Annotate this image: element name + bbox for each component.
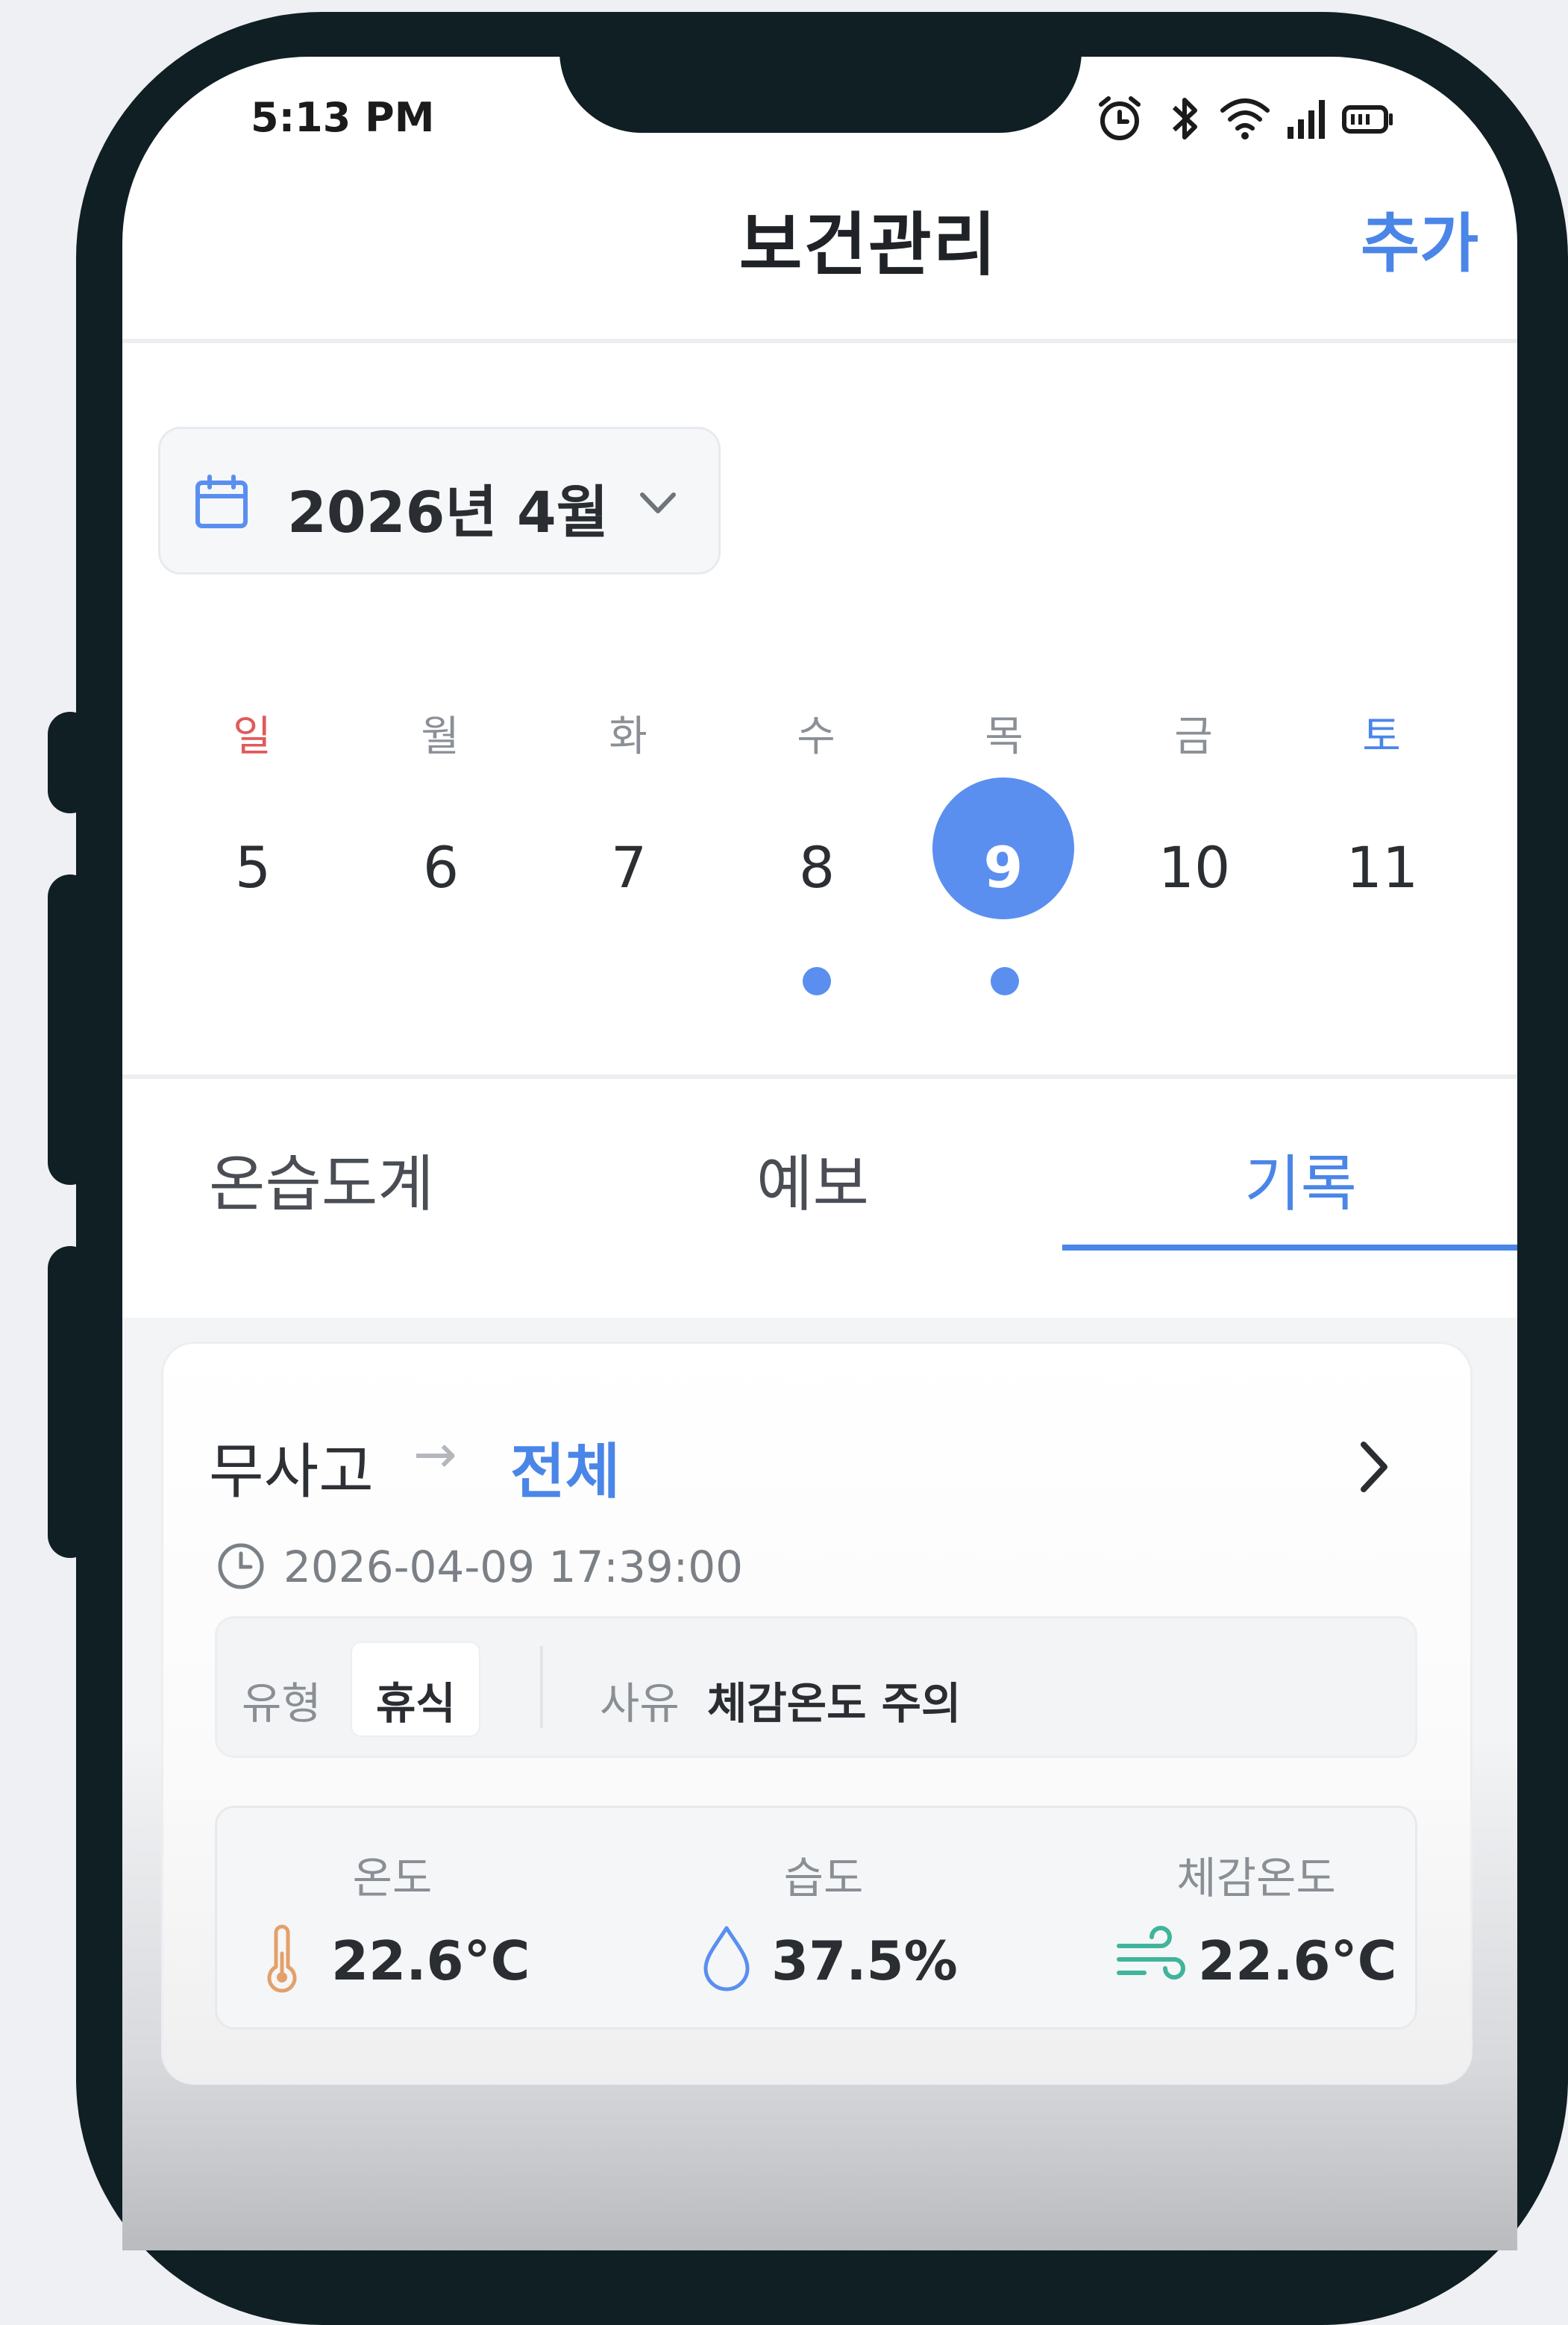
- status-time: 5:13 PM: [251, 94, 435, 141]
- calendar-icon: [195, 475, 248, 528]
- weekday-sat: 토: [1362, 713, 1401, 761]
- record-timestamp: 2026-04-09 17:39:00: [283, 1542, 743, 1592]
- page-title: 보건관리: [738, 205, 998, 285]
- weekday-wed: 수: [797, 713, 835, 761]
- humidity-value: 37.5%: [771, 1930, 958, 1992]
- reason-key: 사유: [600, 1678, 680, 1729]
- type-value: 휴식: [376, 1678, 456, 1729]
- weekday-mon: 월: [421, 713, 460, 761]
- water-drop-icon: [703, 1926, 750, 1991]
- weekday-tue: 화: [609, 713, 647, 761]
- date-cell[interactable]: 8: [761, 834, 873, 901]
- date-cell[interactable]: 11: [1326, 834, 1438, 901]
- active-tab-indicator: [1062, 1245, 1517, 1251]
- info-divider: [540, 1646, 543, 1728]
- date-cell-selected[interactable]: 9: [947, 834, 1059, 901]
- add-button[interactable]: 추가: [1361, 191, 1478, 284]
- record-dot: [803, 967, 831, 995]
- section-divider: [122, 1074, 1517, 1079]
- weekday-fri: 금: [1174, 713, 1213, 761]
- bluetooth-icon: [1172, 98, 1197, 140]
- phone-screen: 5:13 PM 보건관리 추가 2026년 4월 일 월 화 수 목 금 토 5…: [122, 57, 1517, 2250]
- metrics-panel: [215, 1806, 1417, 2030]
- month-label: 2026년 4월: [287, 479, 609, 545]
- alarm-icon: [1099, 96, 1141, 140]
- date-cell[interactable]: 7: [573, 834, 685, 901]
- phone-volume-down-button: [48, 1246, 92, 1558]
- date-cell[interactable]: 10: [1138, 834, 1250, 901]
- record-dot: [991, 967, 1019, 995]
- type-key: 유형: [242, 1678, 322, 1729]
- status-icons: [1092, 90, 1510, 149]
- tab-records[interactable]: 기록: [1244, 1134, 1357, 1223]
- feels-like-value: 22.6°C: [1198, 1930, 1397, 1992]
- metric-label: 온도: [352, 1853, 433, 1903]
- weekday-sun: 일: [233, 713, 272, 761]
- metric-label: 습도: [783, 1853, 864, 1903]
- date-cell[interactable]: 5: [197, 834, 309, 901]
- reason-value: 체감온도 주의: [707, 1678, 962, 1729]
- tab-hygrometer[interactable]: 온습도계: [209, 1134, 434, 1223]
- record-from: 무사고: [209, 1437, 374, 1506]
- weekday-thu: 목: [985, 713, 1023, 761]
- battery-icon: [1342, 105, 1393, 134]
- wifi-icon: [1220, 98, 1270, 140]
- thermometer-icon: [267, 1924, 297, 1993]
- phone-notch: [559, 45, 1082, 133]
- phone-side-button: [48, 712, 92, 813]
- tab-forecast[interactable]: 예보: [756, 1134, 869, 1223]
- phone-volume-up-button: [48, 874, 92, 1185]
- arrow-right-icon: →: [413, 1424, 457, 1485]
- date-cell[interactable]: 6: [385, 834, 497, 901]
- wind-icon: [1117, 1926, 1185, 1980]
- month-picker[interactable]: 2026년 4월: [158, 427, 721, 575]
- record-to: 전체: [510, 1437, 621, 1506]
- signal-icon: [1288, 100, 1325, 139]
- temperature-value: 22.6°C: [331, 1930, 530, 1992]
- header-divider: [122, 339, 1517, 343]
- clock-icon: [218, 1543, 264, 1589]
- metric-label: 체감온도: [1176, 1853, 1336, 1903]
- chevron-right-icon[interactable]: [1353, 1437, 1395, 1497]
- chevron-down-icon: [640, 492, 676, 513]
